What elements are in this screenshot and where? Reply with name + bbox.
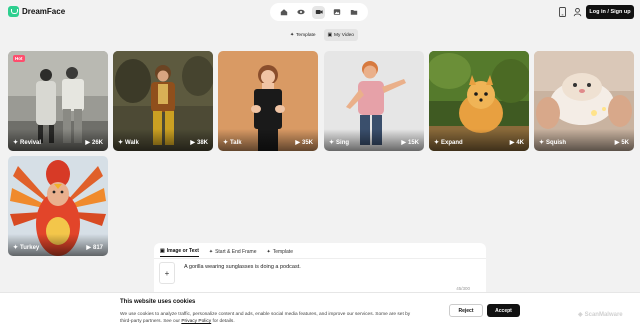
- tab-template-label: Template: [296, 32, 316, 38]
- home-icon: [280, 9, 287, 16]
- card-label: ✦ Expand: [434, 139, 463, 147]
- card-use-count: ▶ 35K: [295, 139, 313, 147]
- prompt-panel: ▣ Image or Text ✦ Start & End Frame ✦ Te…: [154, 243, 486, 295]
- sparkle-icon: ✦: [13, 245, 19, 251]
- logo[interactable]: DreamFace: [8, 6, 65, 17]
- login-signup-button[interactable]: Log in / Sign up: [586, 5, 634, 19]
- sparkle-icon: ✦: [208, 248, 214, 255]
- phone-icon: [559, 7, 566, 17]
- prompt-mode-tabs: ▣ Image or Text ✦ Start & End Frame ✦ Te…: [160, 246, 293, 257]
- sparkle-icon: ✦: [290, 32, 295, 38]
- watermark: ◈ ScanMalware: [578, 311, 623, 319]
- account-button[interactable]: [572, 6, 583, 18]
- template-card-turkey[interactable]: ✦ Turkey ▶ 817: [8, 156, 108, 256]
- template-card-expand[interactable]: ✦ Expand ▶ 4K: [429, 51, 529, 151]
- sparkle-icon: ✦: [539, 140, 545, 146]
- card-use-count: ▶ 5K: [614, 139, 629, 147]
- cookie-text: We use cookies to analyze traffic, perso…: [120, 312, 411, 324]
- content-subtabs: ✦ Template ▣ My Video: [286, 29, 358, 41]
- tab-template[interactable]: ✦ Template: [286, 29, 320, 41]
- play-icon: ▶: [86, 245, 91, 251]
- card-use-count: ▶ 26K: [85, 139, 103, 147]
- reject-cookies-button[interactable]: Reject: [449, 304, 483, 317]
- card-label: ✦ Talk: [223, 139, 242, 147]
- eye-icon: [297, 9, 305, 15]
- tab-my-video-label: My Video: [334, 32, 354, 38]
- prompt-input[interactable]: A gorilla wearing sunglasses is doing a …: [184, 264, 301, 270]
- tab-template[interactable]: ✦ Template: [266, 246, 293, 257]
- folder-icon: [350, 10, 358, 15]
- template-card-squish[interactable]: ✦ Squish ▶ 5K: [534, 51, 634, 151]
- nav-image[interactable]: [330, 6, 343, 19]
- image-icon: ▣: [160, 248, 165, 254]
- play-icon: ▶: [85, 140, 90, 146]
- nav-home[interactable]: [277, 6, 290, 19]
- template-card-walk[interactable]: ✦ Walk ▶ 38K: [113, 51, 213, 151]
- sparkle-icon: ✦: [329, 140, 335, 146]
- divider: [154, 258, 486, 259]
- play-icon: ▶: [614, 140, 620, 146]
- add-image-button[interactable]: +: [159, 262, 175, 284]
- sparkle-icon: ✦: [118, 140, 124, 146]
- shield-icon: ◈: [578, 312, 583, 318]
- logo-text: DreamFace: [22, 7, 66, 16]
- video-icon: ▣: [327, 32, 333, 38]
- card-label: ✦ Turkey: [13, 244, 40, 252]
- nav-explore[interactable]: [295, 6, 308, 19]
- card-label: ✦ Walk: [118, 139, 139, 147]
- sparkle-icon: ✦: [434, 140, 440, 146]
- user-icon: [573, 8, 582, 17]
- template-card-revival[interactable]: Hot ✦ Revival ▶ 26K: [8, 51, 108, 151]
- download-app-button[interactable]: [557, 6, 568, 18]
- image-icon: [333, 9, 340, 15]
- hot-badge: Hot: [13, 55, 25, 62]
- template-card-talk[interactable]: ✦ Talk ▶ 35K: [218, 51, 318, 151]
- play-icon: ▶: [295, 140, 300, 146]
- nav-video[interactable]: [312, 5, 326, 19]
- play-icon: ▶: [190, 140, 195, 146]
- card-label: ✦ Sing: [329, 139, 350, 147]
- play-icon: ▶: [509, 140, 515, 146]
- main-nav: [270, 3, 368, 21]
- tab-my-video[interactable]: ▣ My Video: [323, 29, 358, 41]
- dreamface-logo-icon: [8, 6, 19, 17]
- card-label: ✦ Revival: [13, 139, 42, 147]
- card-use-count: ▶ 817: [86, 244, 103, 252]
- nav-folder[interactable]: [348, 6, 361, 19]
- privacy-policy-link[interactable]: Privacy Policy: [181, 319, 211, 324]
- cookie-title: This website uses cookies: [120, 299, 196, 305]
- card-use-count: ▶ 4K: [509, 139, 524, 147]
- card-use-count: ▶ 15K: [401, 139, 419, 147]
- play-icon: ▶: [401, 140, 406, 146]
- tab-image-or-text[interactable]: ▣ Image or Text: [160, 246, 199, 257]
- char-count: 45/300: [456, 286, 470, 291]
- sparkle-icon: ✦: [13, 140, 19, 146]
- tab-start-end-frame[interactable]: ✦ Start & End Frame: [209, 246, 257, 257]
- template-card-sing[interactable]: ✦ Sing ▶ 15K: [324, 51, 424, 151]
- card-use-count: ▶ 38K: [190, 139, 208, 147]
- card-label: ✦ Squish: [539, 139, 567, 147]
- cookie-banner: This website uses cookies We use cookies…: [0, 292, 640, 331]
- header: DreamFace Log in / Sign up: [0, 0, 640, 25]
- video-icon: [315, 10, 323, 14]
- accept-cookies-button[interactable]: Accept: [487, 304, 520, 317]
- sparkle-icon: ✦: [266, 248, 271, 255]
- sparkle-icon: ✦: [223, 140, 229, 146]
